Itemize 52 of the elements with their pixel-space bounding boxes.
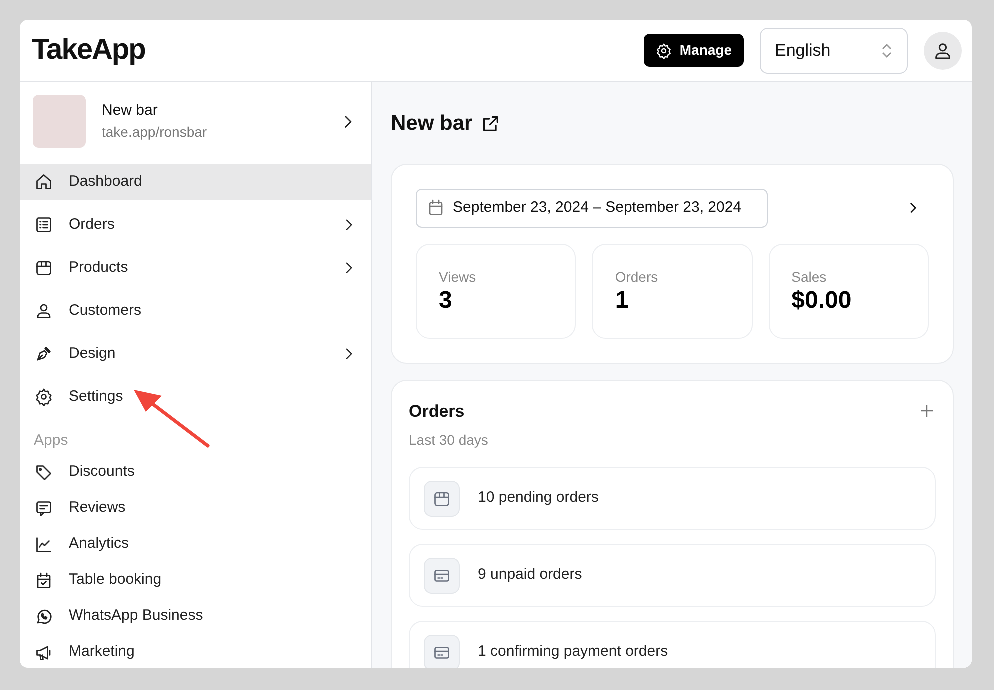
updown-icon <box>881 42 893 58</box>
stat-value: 3 <box>439 288 454 314</box>
order-summary-row[interactable]: 10 pending orders <box>409 467 936 530</box>
sidebar-item[interactable]: WhatsApp Business <box>20 598 371 634</box>
order-summary-row[interactable]: 1 confirming payment orders <box>409 621 936 668</box>
chart-icon <box>35 536 53 554</box>
stat-label: Views <box>439 268 478 286</box>
list-icon <box>35 216 53 234</box>
tag-icon <box>35 464 53 482</box>
sidebar-item[interactable]: Discounts <box>20 454 371 490</box>
store-name: New bar <box>102 100 159 121</box>
sidebar-item[interactable]: Reviews <box>20 490 371 526</box>
sidebar-item[interactable]: Dashboard <box>20 164 371 200</box>
person-icon <box>35 302 53 320</box>
order-summary-row[interactable]: 9 unpaid orders <box>409 544 936 607</box>
sidebar-item[interactable]: Settings <box>20 377 371 417</box>
sidebar-item[interactable]: Design <box>20 334 371 374</box>
chat-icon <box>35 500 53 518</box>
calendar-icon <box>35 572 53 590</box>
sidebar-item[interactable]: Table booking <box>20 562 371 598</box>
section-title: Orders <box>409 400 465 422</box>
stat-label: Orders <box>615 268 660 286</box>
store-logo-image <box>33 95 86 148</box>
phone-icon <box>35 608 53 626</box>
sidebar-item[interactable]: Customers <box>20 291 371 331</box>
store-switcher[interactable]: New bar take.app/ronsbar <box>20 82 371 164</box>
language-select[interactable]: English <box>760 28 908 74</box>
home-icon <box>35 173 53 191</box>
sidebar-item[interactable]: Products <box>20 248 371 288</box>
stat-label: Sales <box>792 268 828 286</box>
stat-value: $0.00 <box>792 288 853 314</box>
store-url: take.app/ronsbar <box>102 123 208 142</box>
box-icon <box>35 259 53 277</box>
section-subtitle: Last 30 days <box>409 431 490 450</box>
manage-button[interactable]: Manage <box>644 34 744 67</box>
megaphone-icon <box>35 644 53 662</box>
page-title: New bar <box>391 111 473 137</box>
calendar-icon <box>427 199 445 217</box>
settings-icon <box>35 388 53 406</box>
sidebar-item[interactable]: Orders <box>20 205 371 245</box>
section-heading: Apps <box>33 431 70 451</box>
sidebar-item[interactable]: Marketing <box>20 634 371 668</box>
external-link-icon[interactable] <box>480 114 501 134</box>
account-button[interactable] <box>924 32 962 70</box>
date-range-button[interactable]: September 23, 2024 – September 23, 2024 <box>416 188 768 228</box>
pen-icon <box>35 345 53 363</box>
sidebar-item[interactable]: Analytics <box>20 526 371 562</box>
logo: TakeApp <box>32 32 146 68</box>
person-icon <box>933 40 953 60</box>
stat-value: 1 <box>615 288 630 314</box>
box-icon <box>433 490 451 508</box>
settings-icon <box>656 42 672 58</box>
